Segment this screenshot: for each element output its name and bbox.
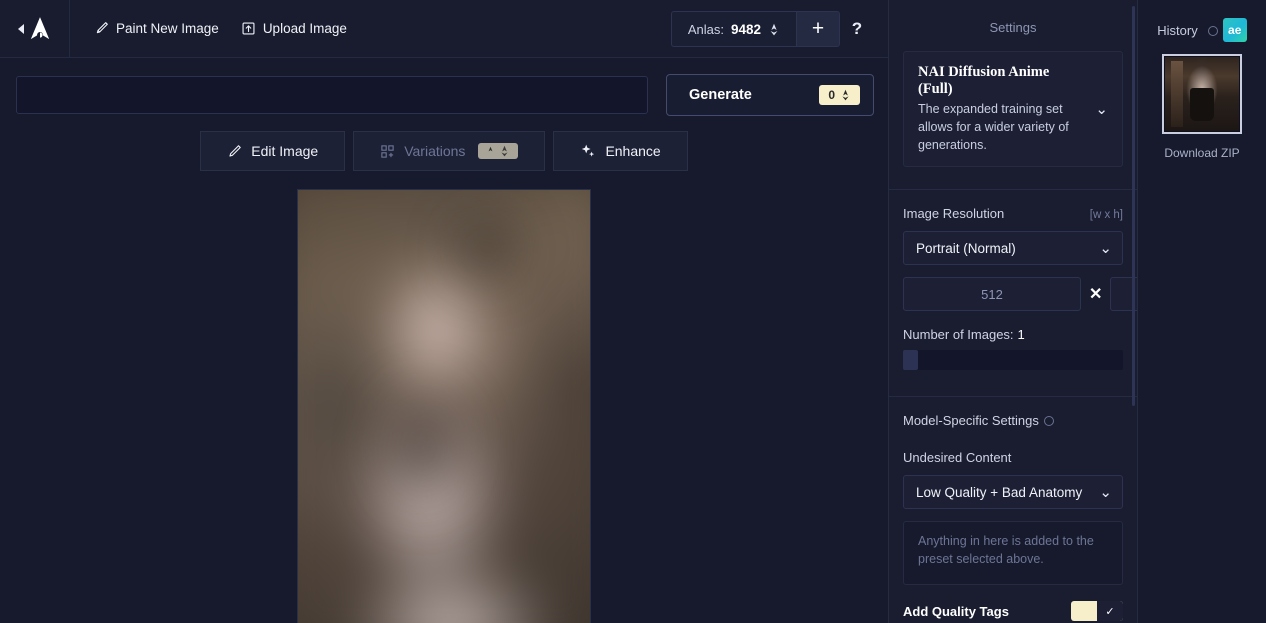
anlas-icon: [770, 23, 778, 35]
tab-variations[interactable]: Variations: [353, 131, 546, 171]
history-title: History: [1157, 22, 1198, 38]
undesired-content-value: Low Quality + Bad Anatomy: [916, 484, 1083, 500]
anlas-icon: [842, 89, 849, 101]
settings-scrollbar[interactable]: [1130, 0, 1137, 623]
image-action-tabs: Edit Image Variations Enhance: [0, 131, 888, 171]
generated-image-preview[interactable]: [297, 189, 591, 623]
model-name: NAI Diffusion Anime (Full): [918, 64, 1050, 97]
resolution-section: Image Resolution [w x h] Portrait (Norma…: [889, 190, 1137, 371]
toggle-track-on: [1071, 601, 1097, 621]
undesired-content-textarea[interactable]: Anything in here is added to the preset …: [903, 521, 1123, 586]
help-button[interactable]: ?: [840, 11, 874, 47]
settings-panel: Settings NAI Diffusion Anime (Full) The …: [888, 0, 1138, 623]
prompt-row: Generate 0: [0, 58, 888, 116]
model-specific-text: Model-Specific Settings: [903, 413, 1039, 429]
anlas-counter[interactable]: Anlas: 9482: [670, 11, 796, 47]
tab-edit-image[interactable]: Edit Image: [200, 131, 346, 171]
main-column: Paint New Image Upload Image Anlas: 9482: [0, 0, 888, 623]
tab-enhance[interactable]: Enhance: [553, 131, 688, 171]
download-zip-button[interactable]: Download ZIP: [1138, 146, 1266, 160]
generate-cost-badge: 0: [819, 85, 860, 105]
undesired-content-select[interactable]: Low Quality + Bad Anatomy ⌄: [903, 475, 1123, 510]
slider-track: [915, 350, 1123, 371]
number-of-images-label: Number of Images: 1: [903, 327, 1123, 342]
grid-plus-icon: [381, 144, 394, 158]
paint-new-image-button[interactable]: Paint New Image: [94, 21, 219, 36]
sparkle-icon: [582, 144, 595, 157]
paint-new-image-label: Paint New Image: [116, 21, 219, 36]
history-thumbnail[interactable]: [1162, 54, 1242, 134]
toolbar-actions: Paint New Image Upload Image: [70, 21, 347, 36]
model-selector[interactable]: NAI Diffusion Anime (Full) The expanded …: [903, 51, 1123, 168]
toolbar-right: Anlas: 9482 + ?: [670, 0, 874, 58]
canvas-area: [0, 171, 888, 623]
generate-cost-value: 0: [828, 88, 835, 102]
dimension-separator: ✕: [1089, 286, 1103, 304]
settings-title: Settings: [989, 20, 1037, 35]
upload-image-button[interactable]: Upload Image: [241, 21, 347, 36]
check-icon: ✓: [1097, 601, 1123, 622]
model-specific-section: Model-Specific Settings Undesired Conten…: [889, 397, 1137, 465]
tab-variations-label: Variations: [404, 143, 466, 159]
chevron-down-icon[interactable]: ⌄: [1099, 483, 1112, 501]
resolution-label: Image Resolution: [903, 206, 1005, 222]
brush-icon: [96, 22, 108, 34]
tab-edit-image-label: Edit Image: [251, 143, 319, 159]
quality-tags-row: Add Quality Tags ✓: [889, 601, 1137, 622]
quality-tags-label: Add Quality Tags: [903, 603, 1009, 619]
chevron-left-icon[interactable]: [18, 23, 24, 34]
generate-button[interactable]: Generate 0: [666, 74, 874, 116]
undesired-content-select-wrap: Low Quality + Bad Anatomy ⌄: [889, 475, 1137, 510]
novelai-logo-icon[interactable]: [29, 16, 51, 41]
anlas-icon: [501, 145, 509, 157]
number-of-images-value: 1: [1017, 327, 1025, 343]
model-specific-label: Model-Specific Settings: [903, 413, 1123, 428]
anlas-label: Anlas:: [687, 21, 724, 37]
anlas-icon: [488, 146, 493, 152]
history-header: History ae: [1138, 0, 1266, 42]
number-of-images-slider[interactable]: [903, 350, 1123, 371]
pencil-icon: [229, 144, 242, 157]
tab-enhance-label: Enhance: [605, 143, 661, 159]
undesired-content-label: Undesired Content: [903, 450, 1012, 466]
upload-image-label: Upload Image: [262, 21, 347, 36]
info-icon[interactable]: [1207, 26, 1218, 36]
chevron-down-icon[interactable]: ⌄: [1099, 239, 1112, 257]
dimension-row: ✕: [903, 277, 1137, 312]
anlas-value: 9482: [730, 21, 761, 37]
app-root: Paint New Image Upload Image Anlas: 9482: [0, 0, 1266, 623]
resolution-header: Image Resolution [w x h]: [903, 206, 1123, 221]
top-toolbar: Paint New Image Upload Image Anlas: 9482: [0, 0, 888, 58]
slider-thumb[interactable]: [903, 350, 918, 371]
upload-icon: [242, 22, 255, 35]
info-icon[interactable]: [1043, 416, 1054, 427]
model-description: The expanded training set allows for a w…: [918, 102, 1069, 152]
settings-scroll-content: NAI Diffusion Anime (Full) The expanded …: [889, 51, 1137, 623]
quality-tags-toggle[interactable]: ✓: [1071, 601, 1123, 622]
width-input[interactable]: [903, 277, 1081, 312]
resolution-hint: [w x h]: [1089, 209, 1123, 222]
image-blur-shade: [298, 190, 590, 623]
resolution-preset-value: Portrait (Normal): [916, 240, 1016, 256]
add-anlas-button[interactable]: +: [796, 11, 840, 47]
number-of-images-text: Number of Images:: [903, 327, 1014, 343]
history-panel: History ae Download ZIP: [1138, 0, 1266, 623]
chevron-down-icon[interactable]: ⌄: [1095, 100, 1108, 118]
variations-cost-badge: [478, 143, 519, 159]
settings-scrollbar-thumb[interactable]: [1132, 6, 1135, 406]
prompt-input[interactable]: [16, 76, 648, 114]
logo-zone: [0, 0, 70, 58]
history-thumbnail-image: [1165, 57, 1239, 131]
generate-label: Generate: [689, 87, 752, 103]
resolution-preset-select[interactable]: Portrait (Normal) ⌄: [903, 231, 1123, 266]
ae-badge[interactable]: ae: [1222, 18, 1247, 42]
